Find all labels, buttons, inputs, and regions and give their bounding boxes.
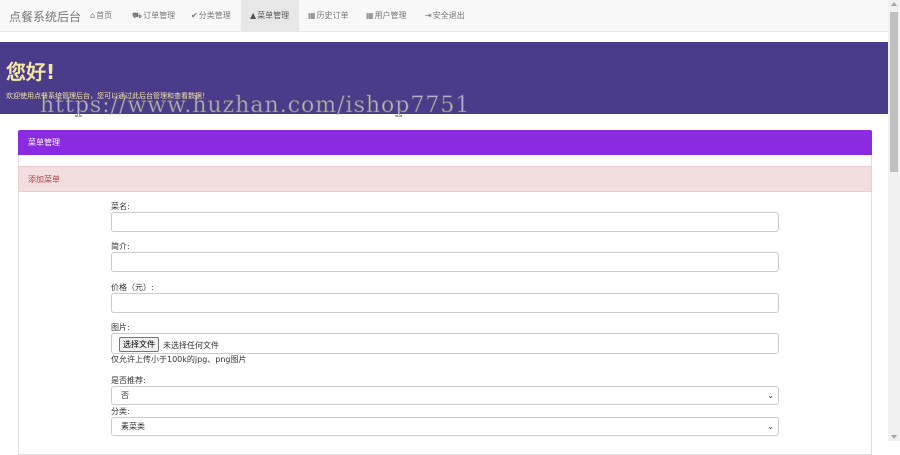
nav-item-users[interactable]: ▦用户管理 — [366, 0, 407, 31]
user-icon: ▲ — [250, 11, 257, 20]
intro-label: 简介: — [111, 242, 130, 251]
category-label: 分类: — [111, 407, 130, 416]
nav-item-categories[interactable]: ✔分类管理 — [191, 0, 231, 31]
scroll-up-arrow-icon[interactable] — [891, 2, 897, 6]
panel-heading: 菜单管理 — [18, 130, 872, 155]
recommend-select[interactable]: 否 ⌄ — [111, 386, 779, 405]
dish-name-input[interactable] — [111, 212, 779, 232]
nav-item-history[interactable]: ▦历史订单 — [308, 0, 349, 31]
welcome-title: 您好! — [6, 60, 56, 84]
grid-icon: ▦ — [366, 11, 374, 20]
check-icon: ✔ — [191, 11, 198, 20]
top-navbar: 点餐系统后台 ⌂首页 ⛟订单管理 ✔分类管理 ▲菜单管理 ▦历史订单 ▦用户管理… — [0, 0, 888, 32]
choose-file-button[interactable]: 选择文件 — [119, 337, 159, 352]
nav-item-label: 首页 — [96, 11, 113, 20]
image-label: 图片: — [111, 323, 130, 332]
scrollbar-thumb[interactable] — [890, 12, 898, 172]
scroll-down-arrow-icon[interactable] — [891, 435, 897, 439]
dish-name-label: 菜名: — [111, 202, 130, 211]
nav-item-label: 分类管理 — [198, 11, 231, 20]
logout-icon: ⇥ — [425, 11, 432, 20]
nav-item-label: 订单管理 — [143, 11, 176, 20]
watermark-text: https://www.huzhan.com/ishop7751 — [40, 93, 471, 119]
nav-item-label: 安全退出 — [432, 11, 465, 20]
category-select[interactable]: 素菜类 ⌄ — [111, 417, 779, 436]
grid-icon: ▦ — [308, 11, 316, 20]
add-menu-heading: 添加菜单 — [18, 166, 872, 192]
category-value: 素菜类 — [121, 422, 145, 431]
intro-input[interactable] — [111, 252, 779, 272]
price-label: 价格（元）: — [111, 283, 154, 292]
nav-item-logout[interactable]: ⇥安全退出 — [425, 0, 465, 31]
nav-item-label: 历史订单 — [316, 11, 349, 20]
cart-icon: ⛟ — [132, 11, 143, 20]
price-input[interactable] — [111, 293, 779, 313]
vertical-scrollbar[interactable] — [888, 0, 900, 441]
brand-title[interactable]: 点餐系统后台 — [9, 8, 81, 25]
nav-item-label: 菜单管理 — [257, 11, 290, 20]
nav-item-orders[interactable]: ⛟订单管理 — [132, 0, 175, 31]
nav-item-label: 用户管理 — [374, 11, 407, 20]
nav-item-home[interactable]: ⌂首页 — [90, 0, 112, 31]
nav-item-menu[interactable]: ▲菜单管理 — [241, 0, 299, 31]
chevron-down-icon: ⌄ — [767, 422, 774, 431]
chevron-down-icon: ⌄ — [767, 391, 774, 400]
home-icon: ⌂ — [90, 11, 96, 20]
recommend-label: 是否推荐: — [111, 376, 146, 385]
image-help-text: 仅允许上传小于100k的jpg、png图片 — [111, 355, 247, 364]
recommend-value: 否 — [121, 391, 129, 400]
file-status-text: 未选择任何文件 — [163, 341, 219, 350]
